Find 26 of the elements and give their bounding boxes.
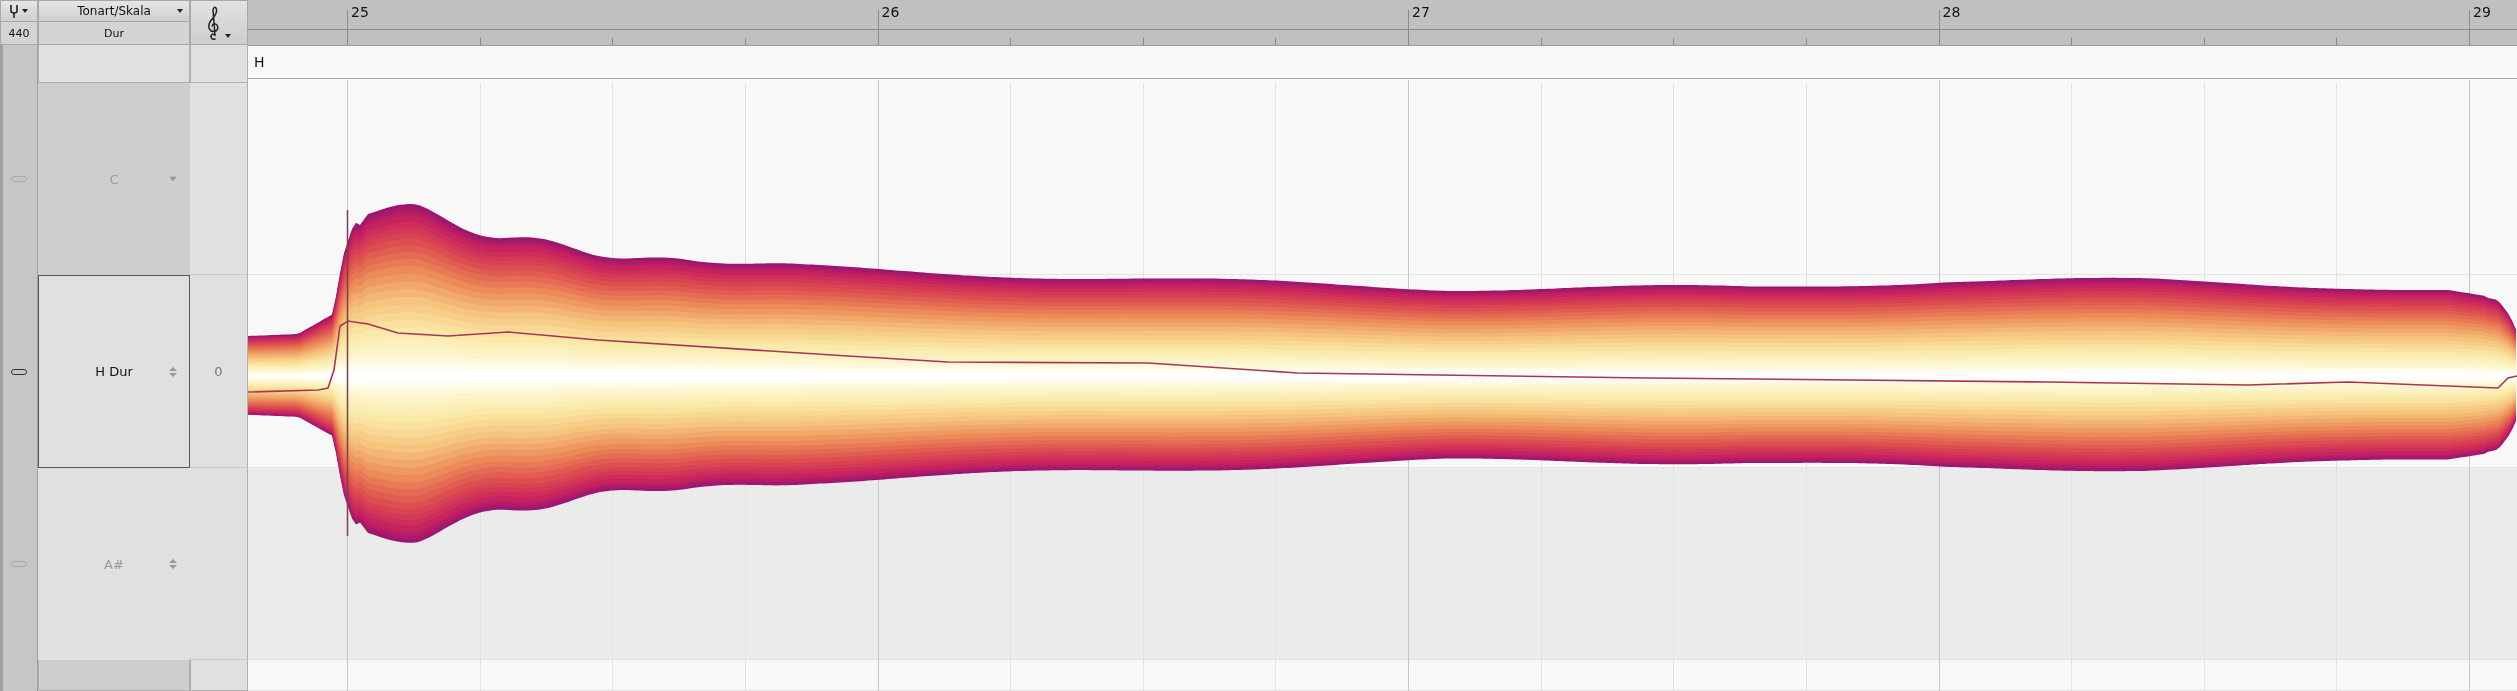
bar-number: 25 [351,4,369,20]
chord-label: H [254,54,265,70]
offset-cell: 0 [190,275,248,468]
caret-icon [177,9,183,13]
tuning-fork-icon [10,4,18,18]
spinner-arrows-icon [169,365,177,378]
spinner-arrows-icon [169,558,177,570]
grip-handle-icon[interactable] [11,176,27,182]
caret-icon [22,9,28,13]
grip-handle-icon[interactable] [11,368,27,375]
bar-number: 29 [2473,4,2491,20]
bar-number: 28 [1942,4,1961,20]
bar-number: 26 [881,4,900,20]
bar-number: 27 [1412,4,1430,20]
header-cell [190,45,248,83]
key-selector[interactable]: H Dur [38,275,190,468]
key-scale-dropdown[interactable]: Tonart/Skala [38,0,190,22]
tuning-fork-button[interactable] [0,0,38,22]
reference-pitch: 440 [0,22,38,45]
table-cell [190,660,248,691]
treble-clef-icon [207,5,221,40]
grip-handle-icon[interactable] [11,561,27,567]
caret-icon [169,176,177,182]
scale-name: Dur [38,22,190,45]
caret-icon [225,34,231,38]
clef-button[interactable] [190,0,248,45]
